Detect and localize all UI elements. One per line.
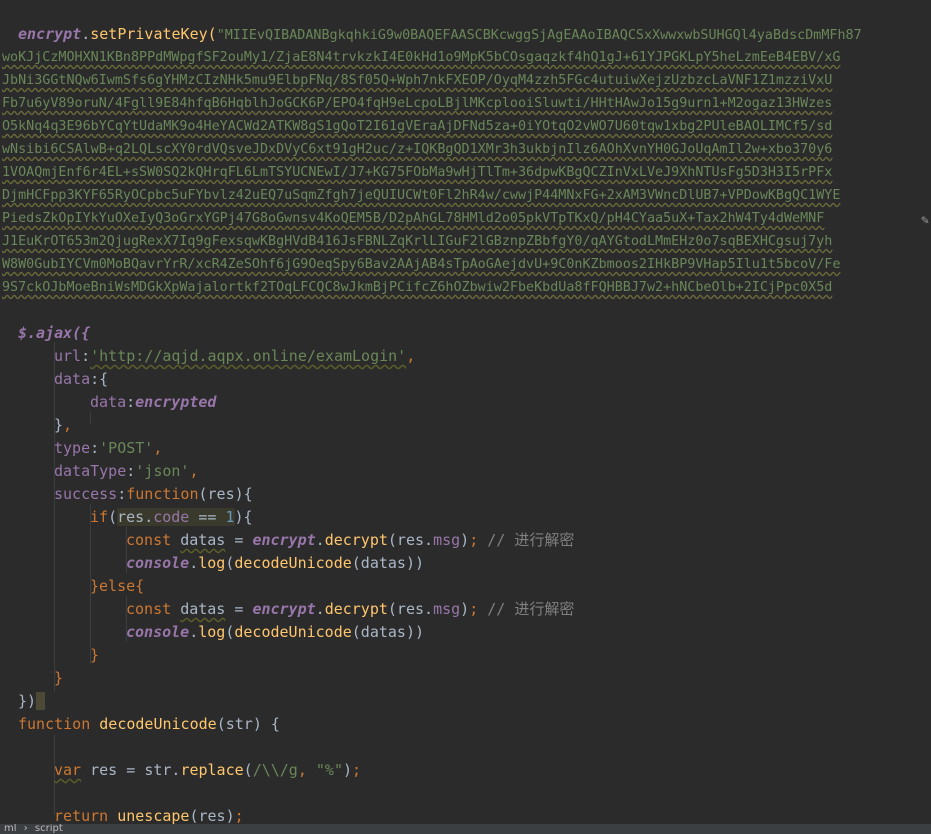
code-line-data-close: }, [54, 416, 73, 434]
code-line-close-brace: } [90, 646, 100, 664]
breadcrumb-item[interactable]: script [35, 824, 63, 834]
code-line-return: return unescape(res); [54, 807, 244, 824]
key-line: 9S7ckOJbMoeBniWsMDGkXpWajalortkf2TOqLFCQ… [2, 280, 833, 295]
code-line-set-private-key: encrypt.setPrivateKey("MIIEvQIBADANBgkqh… [18, 25, 862, 43]
key-line: wNsibi6CSAlwB+q2LQLscXY0rdVQsveJDxDVyC6x… [2, 142, 833, 157]
code-line-ajax-open: $.ajax({ [18, 324, 91, 342]
code-line-data: data:{ [54, 370, 109, 388]
code-line-else: }else{ [90, 577, 145, 595]
breadcrumb-item[interactable]: ml [4, 824, 17, 834]
key-line: woKJjCzMOHXN1KBn8PPdMWpgfSF2ouMy1/ZjaE8N… [2, 50, 841, 65]
code-line-type: type:'POST', [54, 439, 163, 457]
indent-guide [54, 342, 55, 692]
code-line-datatype: dataType:'json', [54, 462, 199, 480]
code-line-ajax-close: })​ [18, 692, 46, 710]
code-line-data-inner: data:encrypted [90, 393, 217, 411]
code-line-console-log: console.log(decodeUnicode(datas)) [126, 554, 425, 572]
key-line: W8W0GubIYCVm0MoBQavrYrR/xcR4ZeSOhf6jG9Oe… [2, 257, 841, 272]
key-line: O5kNq4q3E96bYCqYtUdaMK9o4HeYACWd2ATKW8gS… [2, 119, 833, 134]
key-line: DjmHCFpp3KYF65RyOCpbc5uFYbvlz42uEQ7uSqmZ… [2, 188, 841, 203]
code-line-console-log: console.log(decodeUnicode(datas)) [126, 623, 425, 641]
breadcrumb-separator: › [23, 824, 28, 834]
code-line-if: if(res.code == 1){ [90, 508, 253, 526]
key-line: JbNi3GGtNQw6IwmSfs6gYHMzCIzNHk5mu9ElbpFN… [2, 73, 833, 88]
code-line-decode-func: function decodeUnicode(str) { [18, 715, 280, 733]
code-line-url: url:'http://aqjd.aqpx.online/examLogin', [54, 347, 416, 365]
code-editor[interactable]: encrypt.setPrivateKey("MIIEvQIBADANBgkqh… [0, 0, 931, 824]
code-line-success: success:function(res){ [54, 485, 253, 503]
key-line: PiedsZkOpIYkYuOXeIyQ3oGrxYGPj47G8oGwnsv4… [2, 211, 825, 226]
key-line: J1EuKrOT653m2QjugRexX7Iq9gFexsqwKBgHVdB4… [2, 234, 833, 249]
key-line: Fb7u6yV89oruN/4Fgll9E84hfqB6HqblhJoGCK6P… [2, 96, 833, 111]
code-line-close-brace: } [54, 669, 64, 687]
code-line-var-res: var res = str.replace(/\\/g, "%"); [54, 761, 362, 779]
breadcrumb-bar: ml › script [0, 824, 931, 834]
pencil-icon[interactable]: ✎ [921, 213, 929, 228]
key-line: 1VOAQmjEnf6r4EL+sSW0SQ2kQHrqFL6LmTSYUCNE… [2, 165, 833, 180]
private-key-string: "MIIEvQIBADANBgkqhkiG9w0BAQEFAASCBKcwggS… [216, 28, 862, 43]
code-line-const-decrypt: const datas = encrypt.decrypt(res.msg); … [126, 531, 575, 549]
code-line-const-decrypt: const datas = encrypt.decrypt(res.msg); … [126, 600, 575, 618]
